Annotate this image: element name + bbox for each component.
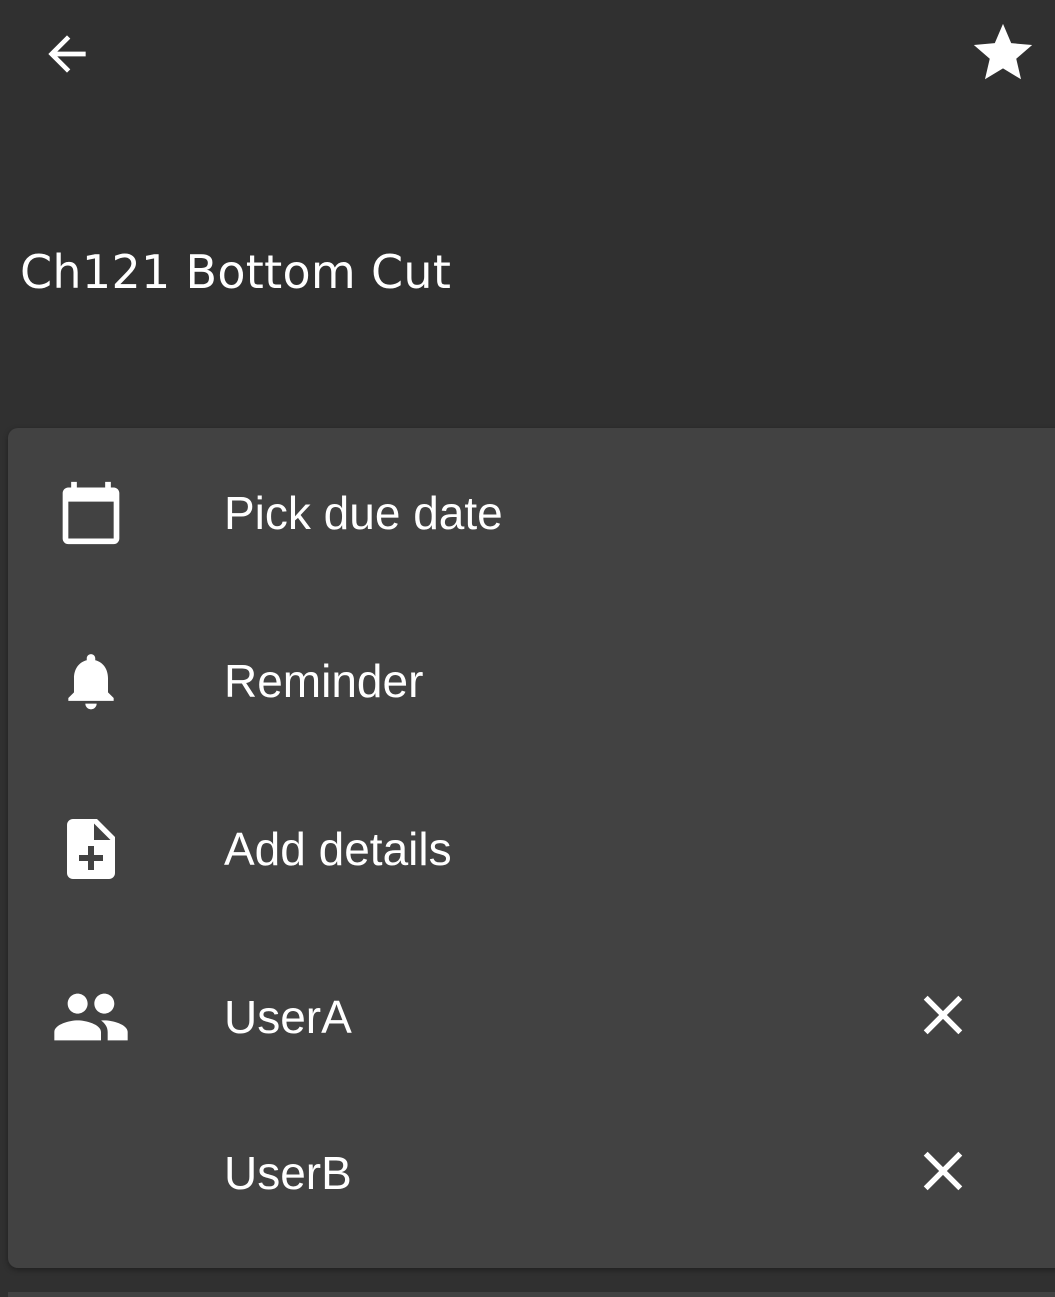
star-button[interactable] xyxy=(958,10,1048,100)
close-icon xyxy=(910,982,976,1053)
calendar-icon xyxy=(48,481,134,545)
next-card-edge xyxy=(8,1292,1055,1297)
assignee-name: UserB xyxy=(224,1147,352,1199)
add-details-row[interactable]: Add details xyxy=(8,774,1055,924)
back-button[interactable] xyxy=(22,11,112,101)
star-icon xyxy=(968,18,1038,93)
top-app-bar xyxy=(0,0,1055,110)
remove-assignee-button[interactable] xyxy=(898,972,988,1062)
assignee-row[interactable]: UserB xyxy=(8,1098,1055,1248)
task-options-card: Pick due date Reminder Add details UserA… xyxy=(8,428,1055,1268)
close-icon xyxy=(910,1138,976,1209)
pick-due-date-row[interactable]: Pick due date xyxy=(8,438,1055,588)
people-icon xyxy=(48,987,134,1047)
reminder-row[interactable]: Reminder xyxy=(8,606,1055,756)
arrow-back-icon xyxy=(39,26,95,87)
note-add-icon xyxy=(48,819,134,879)
task-detail-screen: Ch121 Bottom Cut Pick due date Reminder xyxy=(0,0,1055,1297)
bell-icon xyxy=(48,651,134,711)
pick-due-date-label: Pick due date xyxy=(224,487,503,539)
remove-assignee-button[interactable] xyxy=(898,1128,988,1218)
assignee-name: UserA xyxy=(224,991,352,1043)
assignee-row[interactable]: UserA xyxy=(8,942,1055,1092)
reminder-label: Reminder xyxy=(224,655,424,707)
task-title[interactable]: Ch121 Bottom Cut xyxy=(20,245,451,299)
add-details-label: Add details xyxy=(224,823,452,875)
